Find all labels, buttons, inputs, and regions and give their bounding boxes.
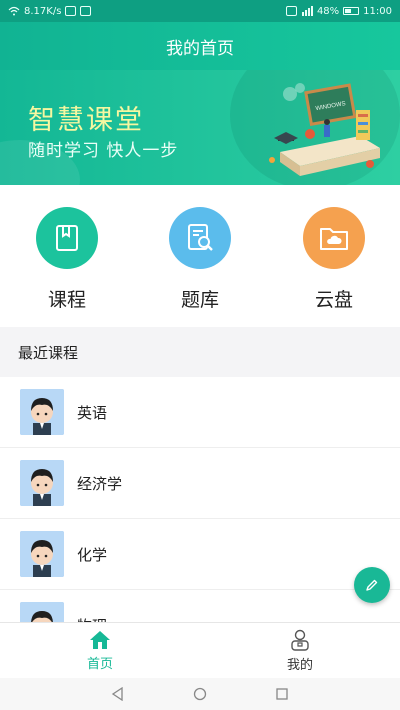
status-bar: 8.17K/s 48% 11:00 bbox=[0, 0, 400, 22]
course-list: 英语 经济学 化学 物理 bbox=[0, 377, 400, 622]
system-nav-bar bbox=[0, 678, 400, 710]
page-title: 我的首页 bbox=[166, 38, 234, 59]
course-name: 物理 bbox=[77, 615, 107, 623]
entry-cloud-drive[interactable]: 云盘 bbox=[284, 207, 384, 312]
entry-label: 课程 bbox=[47, 289, 86, 311]
list-item[interactable]: 英语 bbox=[0, 377, 400, 448]
banner-subtitle: 随时学习 快人一步 bbox=[28, 141, 179, 161]
notification-icon bbox=[65, 6, 77, 16]
course-name: 化学 bbox=[77, 545, 108, 564]
home-circle-icon[interactable] bbox=[193, 687, 207, 701]
banner-title: 智慧课堂 bbox=[28, 105, 144, 136]
entry-icon-circle bbox=[36, 207, 98, 269]
list-item[interactable]: 经济学 bbox=[0, 448, 400, 519]
battery-icon bbox=[343, 7, 360, 15]
course-name: 英语 bbox=[77, 403, 108, 422]
entry-label: 题库 bbox=[180, 289, 219, 311]
home-icon bbox=[90, 630, 110, 649]
course-avatar bbox=[20, 460, 64, 506]
list-item[interactable]: 化学 bbox=[0, 519, 400, 590]
quick-entries: 课程 题库 云盘 bbox=[0, 185, 400, 327]
nfc-icon bbox=[285, 6, 297, 16]
section-title: 最近课程 bbox=[18, 343, 79, 362]
pencil-icon bbox=[366, 579, 378, 591]
entry-label: 云盘 bbox=[314, 289, 353, 311]
tab-label: 我的 bbox=[286, 657, 313, 673]
entry-icon-circle bbox=[169, 207, 231, 269]
entry-courses[interactable]: 课程 bbox=[17, 207, 117, 312]
app-header: 我的首页 bbox=[0, 22, 400, 70]
recent-courses-header: 最近课程 bbox=[0, 327, 400, 377]
user-icon bbox=[291, 629, 309, 651]
edit-fab-button[interactable] bbox=[354, 567, 390, 603]
tab-home[interactable]: 首页 bbox=[0, 623, 200, 678]
course-avatar bbox=[20, 602, 64, 622]
list-item[interactable]: 物理 bbox=[0, 590, 400, 622]
classroom-illustration-icon: WINDOWS bbox=[269, 83, 380, 176]
battery-percent: 48% bbox=[316, 5, 340, 17]
wifi-icon bbox=[8, 6, 20, 16]
entry-icon-circle bbox=[303, 207, 365, 269]
recents-icon[interactable] bbox=[275, 687, 289, 701]
course-name: 经济学 bbox=[77, 474, 123, 493]
clock: 11:00 bbox=[363, 5, 392, 17]
back-icon[interactable] bbox=[111, 687, 125, 701]
bottom-tab-bar: 首页 我的 bbox=[0, 622, 400, 678]
signal-icon bbox=[301, 6, 313, 16]
course-avatar bbox=[20, 531, 64, 577]
tab-mine[interactable]: 我的 bbox=[200, 623, 400, 678]
tab-label: 首页 bbox=[86, 656, 113, 672]
document-search-icon bbox=[188, 224, 213, 251]
entry-question-bank[interactable]: 题库 bbox=[150, 207, 250, 312]
network-speed: 8.17K/s bbox=[24, 5, 62, 17]
promo-banner[interactable]: 智慧课堂 随时学习 快人一步 WINDOWS bbox=[0, 70, 400, 185]
course-avatar bbox=[20, 389, 64, 435]
book-icon bbox=[56, 225, 78, 251]
cloud-folder-icon bbox=[320, 228, 348, 250]
notification-icon bbox=[80, 6, 92, 16]
